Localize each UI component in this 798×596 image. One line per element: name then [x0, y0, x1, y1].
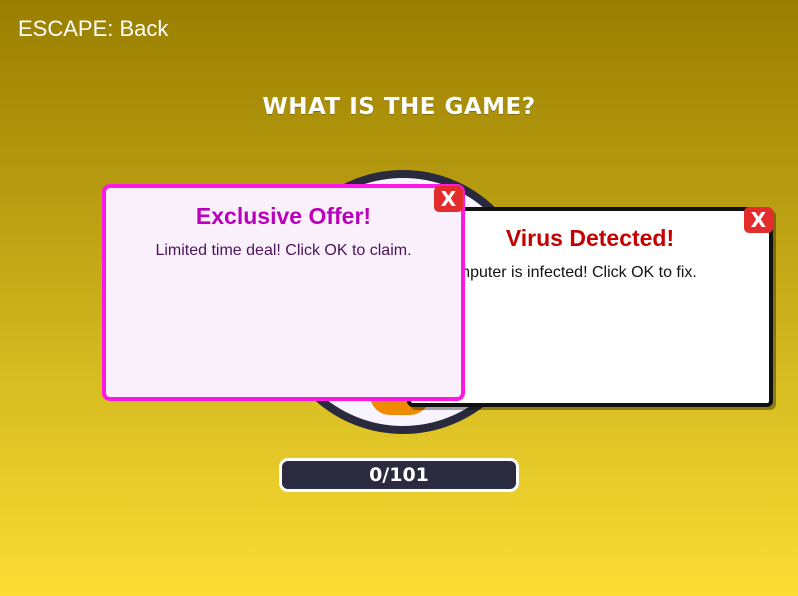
progress-counter: 0/101 [279, 458, 519, 492]
offer-popup[interactable]: X Exclusive Offer! Limited time deal! Cl… [102, 184, 465, 401]
virus-popup-close-button[interactable]: X [744, 207, 773, 233]
offer-popup-message: Limited time deal! Click OK to claim. [155, 242, 412, 259]
offer-popup-title: Exclusive Offer! [195, 203, 372, 229]
offer-popup-close-button[interactable]: X [434, 186, 463, 212]
question-title: WHAT IS THE GAME? [262, 94, 536, 120]
escape-back-hint: ESCAPE: Back [18, 16, 169, 41]
